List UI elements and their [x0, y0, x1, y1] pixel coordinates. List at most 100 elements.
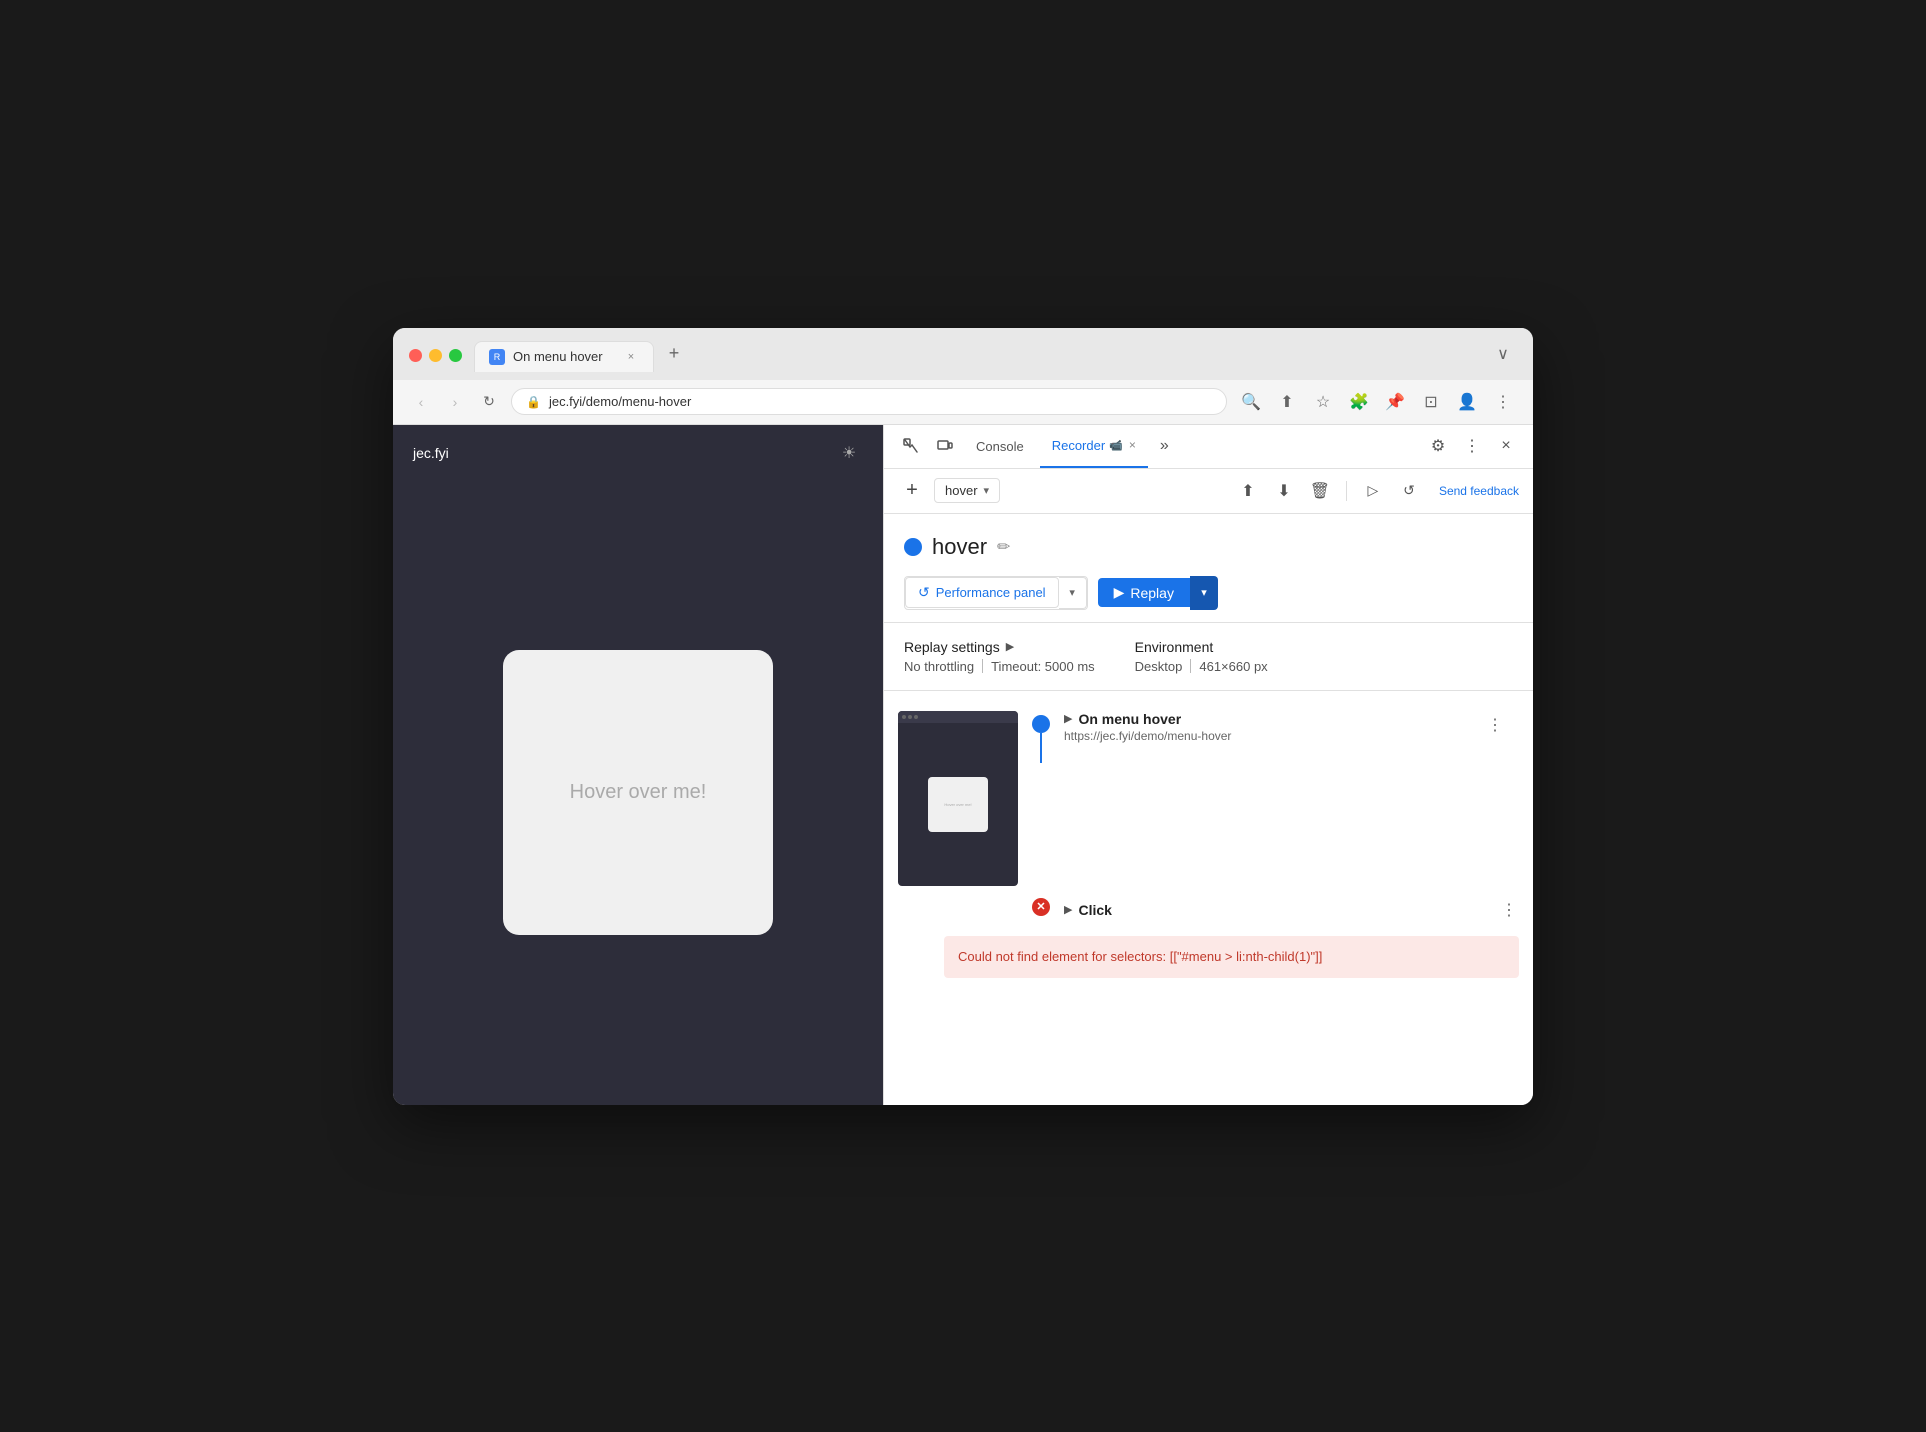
step2-kebab-icon[interactable]: ⋮ [1495, 896, 1523, 924]
step-title-row: ▶ On menu hover [1064, 711, 1231, 727]
back-button[interactable]: ‹ [409, 390, 433, 414]
bookmark-icon[interactable]: ☆ [1309, 388, 1337, 416]
pin-icon[interactable]: 📌 [1381, 388, 1409, 416]
step-expand-icon[interactable]: ▶ [1064, 712, 1072, 725]
delete-recording-icon[interactable]: 🗑 [1306, 477, 1334, 505]
browser-tab[interactable]: R On menu hover × [474, 341, 654, 372]
tab-dropdown-button[interactable]: ∨ [1489, 340, 1517, 368]
recorder-tab-close[interactable]: × [1129, 438, 1136, 452]
send-feedback-link[interactable]: Send feedback [1439, 484, 1519, 498]
performance-panel-button[interactable]: ↺ Performance panel [905, 577, 1059, 608]
hover-card[interactable]: Hover over me! [503, 650, 773, 935]
forward-button[interactable]: › [443, 390, 467, 414]
error-message: Could not find element for selectors: [[… [958, 949, 1322, 964]
replay-settings-group: Replay settings ▶ No throttling Timeout:… [904, 639, 1095, 674]
no-throttling-label: No throttling [904, 659, 974, 674]
replay-button[interactable]: ▶ Replay [1098, 578, 1190, 607]
play-recording-button[interactable]: ▷ [1359, 477, 1387, 505]
hover-card-text: Hover over me! [570, 781, 707, 804]
devtools-panel: Console Recorder 📹 × » ⚙ ⋮ × + hover ▾ [883, 425, 1533, 1105]
devtools-close-icon[interactable]: × [1491, 431, 1521, 461]
replay-settings-section: Replay settings ▶ No throttling Timeout:… [884, 623, 1533, 691]
environment-settings-group: Environment Desktop 461×660 px [1135, 639, 1268, 674]
recording-actions: ↺ Performance panel ▾ ▶ Replay ▾ [904, 576, 1513, 610]
address-bar: ‹ › ↻ 🔒 jec.fyi/demo/menu-hover 🔍 ⬆ ☆ 🧩 … [393, 380, 1533, 425]
replay-slow-button[interactable]: ↺ [1395, 477, 1423, 505]
performance-panel-dropdown-icon[interactable]: ▾ [1059, 577, 1087, 609]
error-box: Could not find element for selectors: [[… [944, 936, 1519, 978]
device-toggle-icon[interactable] [930, 431, 960, 461]
maximize-button[interactable] [449, 349, 462, 362]
step-status-dot-blue [1032, 715, 1050, 733]
upload-recording-icon[interactable]: ⬆ [1234, 477, 1262, 505]
replay-icon: ▶ [1114, 584, 1125, 601]
profile-icon[interactable]: 👤 [1453, 388, 1481, 416]
replay-settings-arrow-icon: ▶ [1006, 640, 1014, 653]
steps-section: Hover over me! ▶ [884, 691, 1533, 1105]
devtools-toolbar: Console Recorder 📹 × » ⚙ ⋮ × [884, 425, 1533, 469]
lock-icon: 🔒 [526, 395, 541, 409]
recording-name: hover [932, 534, 987, 560]
search-icon[interactable]: 🔍 [1237, 388, 1265, 416]
replay-settings-title[interactable]: Replay settings ▶ [904, 639, 1095, 655]
step-url: https://jec.fyi/demo/menu-hover [1064, 729, 1231, 743]
perf-panel-icon: ↺ [918, 584, 930, 601]
desktop-label: Desktop [1135, 659, 1183, 674]
step-preview: Hover over me! [898, 711, 1018, 886]
main-area: jec.fyi ☀ Hover over me! [393, 425, 1533, 1105]
webpage-header: jec.fyi ☀ [393, 425, 883, 481]
new-tab-button[interactable]: + [660, 340, 688, 368]
traffic-lights [409, 349, 462, 362]
step-content: ▶ On menu hover https://jec.fyi/demo/men… [1064, 711, 1519, 743]
step-status-dot-error: ✕ [1032, 898, 1050, 916]
devtools-settings-icon[interactable]: ⚙ [1423, 431, 1453, 461]
tabs-row: R On menu hover × + ∨ [474, 340, 1517, 372]
share-icon[interactable]: ⬆ [1273, 388, 1301, 416]
tab-console[interactable]: Console [964, 424, 1036, 468]
table-row: Hover over me! ▶ [884, 705, 1533, 892]
tab-title: On menu hover [513, 349, 615, 364]
webpage-area: jec.fyi ☀ Hover over me! [393, 425, 883, 1105]
tab-close-button[interactable]: × [623, 349, 639, 365]
environment-title: Environment [1135, 639, 1268, 655]
title-bar: R On menu hover × + ∨ [393, 328, 1533, 380]
address-field[interactable]: 🔒 jec.fyi/demo/menu-hover [511, 388, 1227, 415]
recording-selector-arrow-icon: ▾ [984, 484, 990, 497]
devtools-kebab-icon[interactable]: ⋮ [1457, 431, 1487, 461]
recording-toolbar: + hover ▾ ⬆ ⬇ 🗑 ▷ ↺ Send feedback [884, 469, 1533, 514]
recording-selector[interactable]: hover ▾ [934, 478, 1000, 503]
step-kebab-icon[interactable]: ⋮ [1481, 711, 1509, 739]
step-connector-line [1040, 733, 1042, 763]
performance-panel-label: Performance panel [936, 585, 1046, 600]
extension-icon[interactable]: 🧩 [1345, 388, 1373, 416]
tab-favicon: R [489, 349, 505, 365]
recording-edit-icon[interactable]: ✏ [997, 537, 1010, 557]
step2-expand-icon[interactable]: ▶ [1064, 903, 1072, 916]
webpage-site-title: jec.fyi [413, 445, 449, 461]
close-button[interactable] [409, 349, 422, 362]
timeout-label: Timeout: 5000 ms [991, 659, 1095, 674]
window-icon[interactable]: ⊡ [1417, 388, 1445, 416]
replay-settings-values: No throttling Timeout: 5000 ms [904, 659, 1095, 674]
refresh-button[interactable]: ↻ [477, 390, 501, 414]
address-actions: 🔍 ⬆ ☆ 🧩 📌 ⊡ 👤 ⋮ [1237, 388, 1517, 416]
recording-selector-text: hover [945, 483, 978, 498]
minimize-button[interactable] [429, 349, 442, 362]
theme-toggle-icon[interactable]: ☀ [835, 439, 863, 467]
tab-recorder[interactable]: Recorder 📹 × [1040, 424, 1148, 468]
webpage-content: Hover over me! [393, 481, 883, 1105]
url-text: jec.fyi/demo/menu-hover [549, 394, 1212, 409]
environment-values: Desktop 461×660 px [1135, 659, 1268, 674]
recording-status-dot [904, 538, 922, 556]
replay-label: Replay [1130, 585, 1174, 601]
more-tabs-button[interactable]: » [1152, 437, 1177, 455]
recording-detail: hover ✏ ↺ Performance panel ▾ ▶ [884, 514, 1533, 623]
replay-dropdown-icon[interactable]: ▾ [1190, 576, 1218, 610]
add-recording-button[interactable]: + [898, 477, 926, 505]
browser-window: R On menu hover × + ∨ ‹ › ↻ 🔒 jec.fyi/de… [393, 328, 1533, 1105]
step2-name: Click [1078, 902, 1111, 918]
download-recording-icon[interactable]: ⬇ [1270, 477, 1298, 505]
environment-label: Environment [1135, 639, 1214, 655]
inspector-icon[interactable] [896, 431, 926, 461]
browser-menu-icon[interactable]: ⋮ [1489, 388, 1517, 416]
